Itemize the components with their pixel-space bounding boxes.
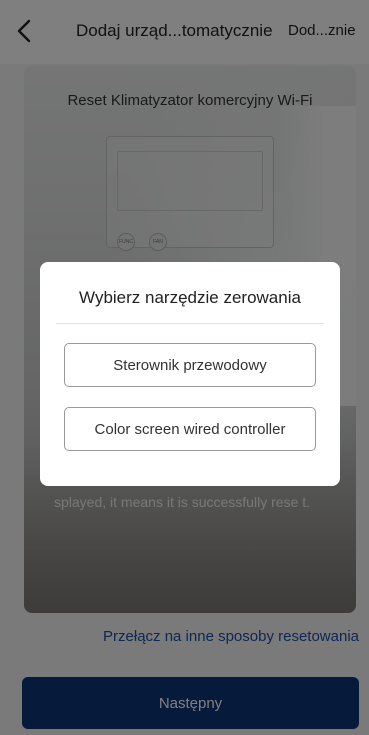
dialog-divider <box>56 323 324 324</box>
dialog-title: Wybierz narzędzie zerowania <box>79 288 301 307</box>
reset-tool-dialog: Wybierz narzędzie zerowania Sterownik pr… <box>40 262 340 486</box>
color-screen-controller-option-button[interactable]: Color screen wired controller <box>64 407 316 451</box>
wired-controller-option-button[interactable]: Sterownik przewodowy <box>64 343 316 387</box>
